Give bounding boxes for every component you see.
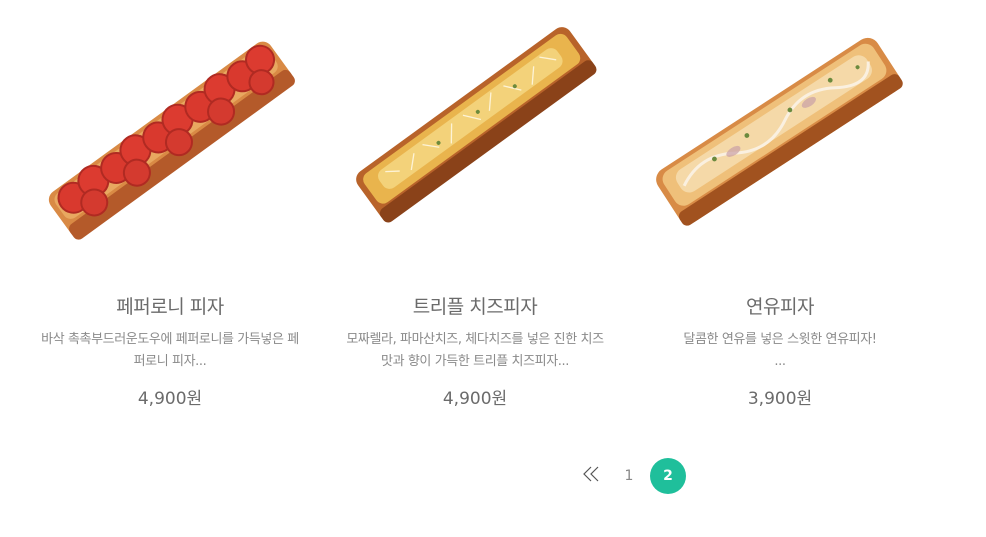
product-description: 모짜렐라, 파마산치즈, 체다치즈를 넣은 진한 치즈 맛과 향이 가득한 트리…: [346, 332, 604, 369]
double-chevron-left-icon: [582, 466, 600, 486]
product-name[interactable]: 트리플 치즈피자: [325, 292, 625, 322]
product-description: 바삭 촉촉부드러운도우에 페퍼로니를 가득넣은 페 퍼로니 피자...: [41, 332, 299, 369]
product-name[interactable]: 페퍼로니 피자: [20, 292, 320, 322]
first-page-button[interactable]: [574, 458, 608, 494]
product-name[interactable]: 연유피자: [630, 292, 930, 322]
product-image-triple-cheese[interactable]: [325, 0, 625, 260]
page-number-2-current[interactable]: 2: [650, 458, 686, 494]
product-price: 4,900원: [137, 389, 203, 409]
product-price: 4,900원: [442, 389, 508, 409]
product-image-condensed-milk[interactable]: [630, 0, 930, 260]
page-number-1[interactable]: 1: [611, 458, 647, 494]
product-description: 달콤한 연유를 넣은 스윗한 연유피자! ...: [683, 332, 877, 369]
product-image-pepperoni[interactable]: [20, 0, 320, 260]
product-price: 3,900원: [747, 389, 813, 409]
pagination: 1 2: [574, 458, 686, 494]
